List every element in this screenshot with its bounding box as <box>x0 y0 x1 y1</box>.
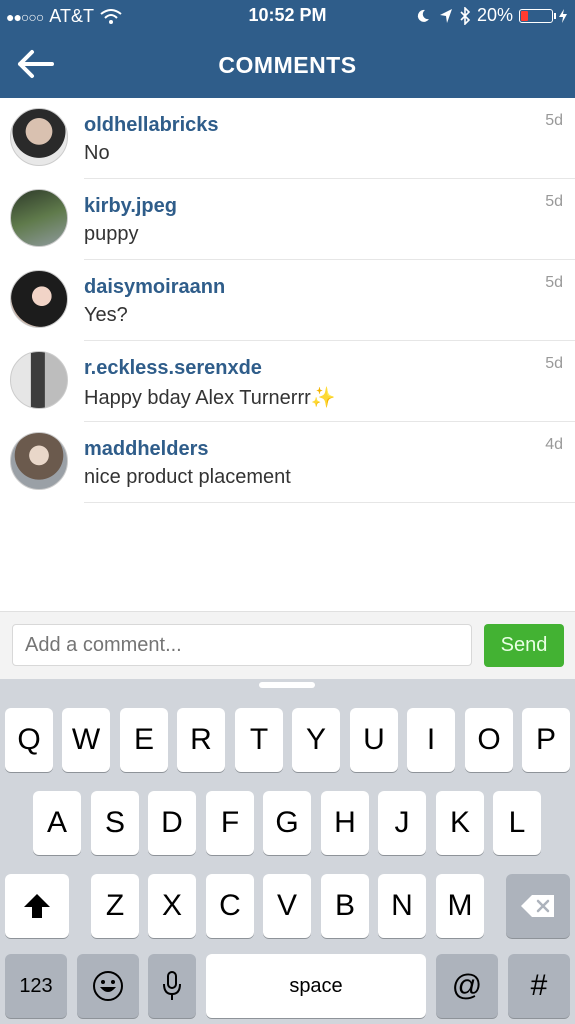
avatar[interactable] <box>10 432 68 490</box>
emoji-key[interactable] <box>77 954 139 1018</box>
key[interactable]: L <box>493 791 541 855</box>
comment-age: 5d <box>545 355 563 372</box>
numbers-key[interactable]: 123 <box>5 954 67 1018</box>
at-key[interactable]: @ <box>436 954 498 1018</box>
avatar[interactable] <box>10 351 68 409</box>
comment-age: 5d <box>545 193 563 210</box>
page-title: COMMENTS <box>218 52 357 78</box>
comment-text: nice product placement <box>84 466 291 488</box>
key[interactable]: E <box>120 708 168 772</box>
avatar[interactable] <box>10 189 68 247</box>
comment-input[interactable] <box>12 624 472 666</box>
comment-username[interactable]: kirby.jpeg <box>84 195 177 218</box>
key[interactable]: M <box>436 874 484 938</box>
key[interactable]: B <box>321 874 369 938</box>
key[interactable]: S <box>91 791 139 855</box>
backspace-icon <box>521 895 554 917</box>
space-key[interactable]: space <box>206 954 426 1018</box>
bluetooth-icon <box>460 6 471 25</box>
key[interactable]: H <box>321 791 369 855</box>
key[interactable]: X <box>148 874 196 938</box>
comment-item[interactable]: kirby.jpeg puppy 5d <box>0 179 575 260</box>
comment-text: Happy bday Alex Turnerrr✨ <box>84 387 336 409</box>
battery-percent: 20% <box>476 5 513 25</box>
comment-username[interactable]: oldhellabricks <box>84 114 219 137</box>
keyboard: Q W E R T Y U I O P A S D F G H J K L Z … <box>0 679 575 1024</box>
moon-icon <box>417 9 429 22</box>
key[interactable]: I <box>407 708 455 772</box>
comment-item[interactable]: maddhelders nice product placement 4d <box>0 422 575 503</box>
status-bar: ●●○○○ AT&T 10:52 PM 20% <box>0 0 575 34</box>
comment-item[interactable]: r.eckless.serenxde Happy bday Alex Turne… <box>0 341 575 422</box>
comment-age: 4d <box>545 436 563 453</box>
comment-username[interactable]: daisymoiraann <box>84 276 225 299</box>
header: ●●○○○ AT&T 10:52 PM 20% COMMENTS <box>0 0 575 98</box>
comment-age: 5d <box>545 112 563 129</box>
comment-list: oldhellabricks No 5d kirby.jpeg puppy 5d… <box>0 98 575 503</box>
avatar[interactable] <box>10 270 68 328</box>
key[interactable]: F <box>206 791 254 855</box>
charging-icon <box>559 8 567 23</box>
keyboard-grabber[interactable] <box>259 682 315 688</box>
comment-text: No <box>84 142 110 164</box>
key[interactable]: C <box>206 874 254 938</box>
key[interactable]: Y <box>292 708 340 772</box>
key[interactable]: N <box>378 874 426 938</box>
key[interactable]: V <box>263 874 311 938</box>
dictation-key[interactable] <box>148 954 196 1018</box>
key[interactable]: W <box>62 708 110 772</box>
key[interactable]: G <box>263 791 311 855</box>
comment-text: Yes? <box>84 304 128 326</box>
key[interactable]: U <box>350 708 398 772</box>
hash-key[interactable]: # <box>508 954 570 1018</box>
send-button[interactable]: Send <box>484 624 564 667</box>
battery-icon <box>519 8 556 23</box>
comment-composer: Send <box>0 611 575 679</box>
key[interactable]: O <box>465 708 513 772</box>
comment-username[interactable]: maddhelders <box>84 438 208 461</box>
key[interactable]: K <box>436 791 484 855</box>
microphone-icon <box>163 971 181 1000</box>
location-arrow-icon <box>439 8 452 23</box>
backspace-key[interactable] <box>506 874 570 938</box>
key[interactable]: J <box>378 791 426 855</box>
key[interactable]: P <box>522 708 570 772</box>
comment-item[interactable]: oldhellabricks No 5d <box>0 98 575 179</box>
emoji-icon <box>93 971 123 1001</box>
comment-item[interactable]: daisymoiraann Yes? 5d <box>0 260 575 341</box>
key[interactable]: T <box>235 708 283 772</box>
comment-username[interactable]: r.eckless.serenxde <box>84 357 262 380</box>
shift-key[interactable] <box>5 874 69 938</box>
key[interactable]: Q <box>5 708 53 772</box>
shift-icon <box>24 894 50 918</box>
divider <box>84 502 575 503</box>
avatar[interactable] <box>10 108 68 166</box>
key[interactable]: Z <box>91 874 139 938</box>
key[interactable]: R <box>177 708 225 772</box>
key[interactable]: D <box>148 791 196 855</box>
key[interactable]: A <box>33 791 81 855</box>
comment-text: puppy <box>84 223 139 245</box>
comment-age: 5d <box>545 274 563 291</box>
